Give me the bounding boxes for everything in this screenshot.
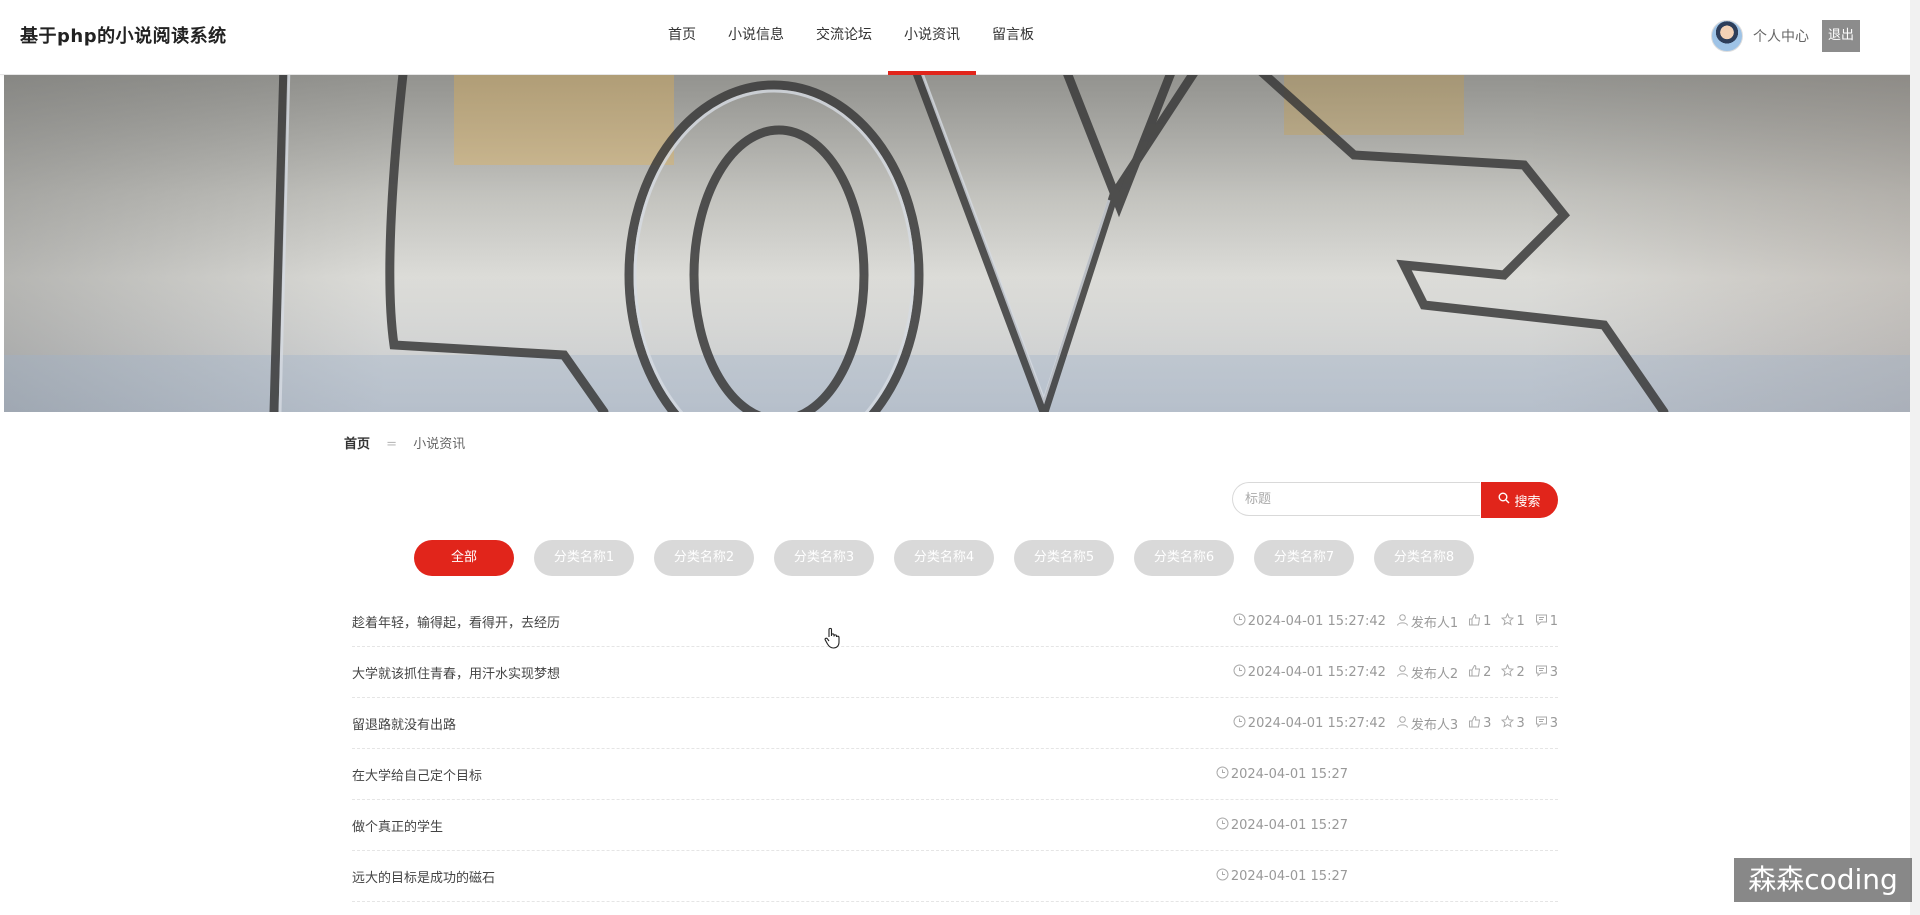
news-publisher: 发布人2 [1410, 666, 1459, 682]
category-5[interactable]: 分类名称5 [1014, 540, 1114, 576]
news-likes: 1 [1483, 613, 1492, 629]
news-date: 2024-04-01 15:27:42 [1247, 664, 1386, 680]
news-meta: 2024-04-01 15:27:42 发布人2 2 2 3 [1223, 663, 1558, 682]
logout-button[interactable]: 退出 [1822, 20, 1860, 52]
clock-icon [1233, 715, 1248, 732]
top-header: 基于php的小说阅读系统 首页 小说信息 交流论坛 小说资讯 留言板 个人中心 … [0, 0, 1910, 75]
news-title[interactable]: 大学就该抓住青春，用汗水实现梦想 [352, 663, 560, 682]
news-comments: 1 [1549, 613, 1558, 629]
breadcrumb: 首页 = 小说资讯 [344, 433, 465, 452]
watermark: 森森coding [1734, 858, 1912, 902]
news-likes: 2 [1483, 664, 1492, 680]
star-icon [1501, 612, 1516, 630]
search-button-label: 搜索 [1514, 494, 1541, 510]
news-meta: 2024-04-01 15:27 [1206, 868, 1348, 885]
user-area: 个人中心 退出 [1711, 20, 1860, 52]
nav-novel-info[interactable]: 小说信息 [712, 0, 800, 74]
category-3[interactable]: 分类名称3 [774, 540, 874, 576]
news-title[interactable]: 做个真正的学生 [352, 816, 443, 835]
user-center-link[interactable]: 个人中心 [1753, 26, 1809, 46]
news-row[interactable]: 趁着年轻，输得起，看得开，去经历 2024-04-01 15:27:42 发布人… [352, 596, 1558, 647]
breadcrumb-separator: = [386, 437, 398, 452]
category-filter: 全部 分类名称1 分类名称2 分类名称3 分类名称4 分类名称5 分类名称6 分… [414, 540, 1494, 576]
news-favorites: 2 [1516, 664, 1525, 680]
breadcrumb-home[interactable]: 首页 [344, 437, 370, 452]
star-icon [1501, 663, 1516, 681]
news-date: 2024-04-01 15:27 [1230, 868, 1348, 884]
category-8[interactable]: 分类名称8 [1374, 540, 1474, 576]
news-date: 2024-04-01 15:27 [1230, 817, 1348, 833]
category-1[interactable]: 分类名称1 [534, 540, 634, 576]
news-comments: 3 [1549, 715, 1558, 731]
news-title[interactable]: 在大学给自己定个目标 [352, 765, 482, 784]
avatar[interactable] [1711, 20, 1743, 52]
news-favorites: 3 [1516, 715, 1525, 731]
news-date: 2024-04-01 15:27:42 [1247, 715, 1386, 731]
banner-image [4, 75, 1910, 412]
news-row[interactable]: 留退路就没有出路 2024-04-01 15:27:42 发布人3 3 3 3 [352, 698, 1558, 749]
clock-icon [1216, 817, 1231, 834]
comment-icon [1535, 613, 1550, 630]
nav-home[interactable]: 首页 [652, 0, 712, 74]
news-meta: 2024-04-01 15:27 [1206, 817, 1348, 834]
news-row[interactable]: 在大学给自己定个目标 2024-04-01 15:27 [352, 749, 1558, 800]
page-scrollbar[interactable] [1910, 0, 1920, 915]
star-icon [1501, 714, 1516, 732]
main-nav: 首页 小说信息 交流论坛 小说资讯 留言板 [652, 0, 1050, 75]
category-7[interactable]: 分类名称7 [1254, 540, 1354, 576]
user-icon [1396, 613, 1411, 630]
clock-icon [1216, 766, 1231, 783]
news-publisher: 发布人1 [1410, 615, 1459, 631]
news-publisher: 发布人3 [1410, 717, 1459, 733]
banner-carousel[interactable] [4, 75, 1910, 412]
news-title[interactable]: 远大的目标是成功的磁石 [352, 867, 495, 886]
news-likes: 3 [1483, 715, 1492, 731]
search-button[interactable]: 搜索 [1481, 482, 1558, 518]
clock-icon [1233, 613, 1248, 630]
news-date: 2024-04-01 15:27 [1230, 766, 1348, 782]
clock-icon [1216, 868, 1231, 885]
news-favorites: 1 [1516, 613, 1525, 629]
news-date: 2024-04-01 15:27:42 [1247, 613, 1386, 629]
clock-icon [1233, 664, 1248, 681]
news-row[interactable]: 远大的目标是成功的磁石 2024-04-01 15:27 [352, 851, 1558, 902]
comment-icon [1535, 715, 1550, 732]
news-list: 趁着年轻，输得起，看得开，去经历 2024-04-01 15:27:42 发布人… [352, 596, 1558, 902]
comment-icon [1535, 664, 1550, 681]
nav-message-board[interactable]: 留言板 [976, 0, 1050, 74]
nav-novel-news[interactable]: 小说资讯 [888, 0, 976, 75]
thumbs-up-icon [1468, 715, 1483, 732]
category-all[interactable]: 全部 [414, 540, 514, 576]
news-meta: 2024-04-01 15:27:42 发布人1 1 1 1 [1223, 612, 1558, 631]
news-meta: 2024-04-01 15:27:42 发布人3 3 3 3 [1223, 714, 1558, 733]
user-icon [1396, 664, 1411, 681]
news-meta: 2024-04-01 15:27 [1206, 766, 1348, 783]
news-row[interactable]: 大学就该抓住青春，用汗水实现梦想 2024-04-01 15:27:42 发布人… [352, 647, 1558, 698]
nav-forum[interactable]: 交流论坛 [800, 0, 888, 74]
breadcrumb-current: 小说资讯 [413, 437, 466, 452]
user-icon [1396, 715, 1411, 732]
news-row[interactable]: 做个真正的学生 2024-04-01 15:27 [352, 800, 1558, 851]
hand-cursor-icon [824, 627, 842, 653]
category-2[interactable]: 分类名称2 [654, 540, 754, 576]
thumbs-up-icon [1468, 613, 1483, 630]
category-4[interactable]: 分类名称4 [894, 540, 994, 576]
news-title[interactable]: 趁着年轻，输得起，看得开，去经历 [352, 612, 560, 631]
news-comments: 3 [1549, 664, 1558, 680]
category-6[interactable]: 分类名称6 [1134, 540, 1234, 576]
site-title[interactable]: 基于php的小说阅读系统 [20, 22, 227, 48]
search-input[interactable] [1232, 482, 1480, 516]
search-icon [1498, 492, 1510, 508]
news-title[interactable]: 留退路就没有出路 [352, 714, 456, 733]
thumbs-up-icon [1468, 664, 1483, 681]
